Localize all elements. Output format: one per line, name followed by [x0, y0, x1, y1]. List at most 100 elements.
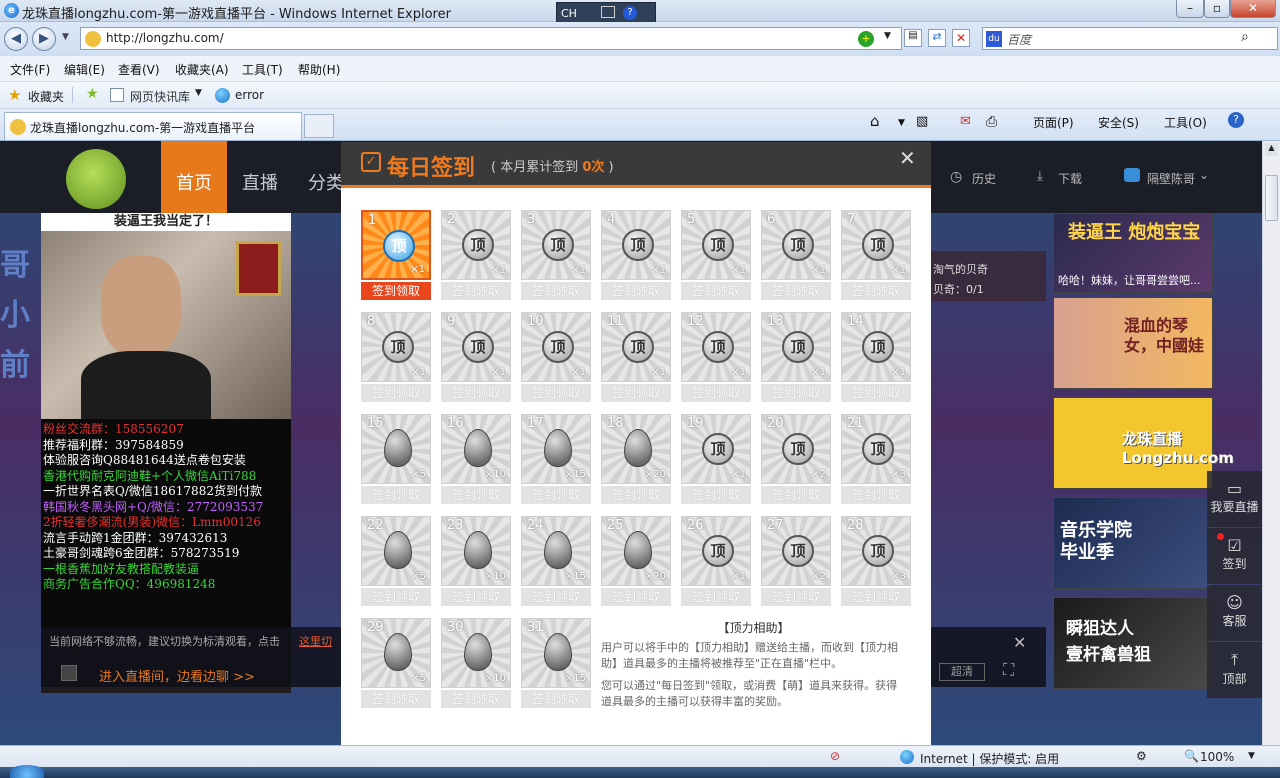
promo-banner-1[interactable]: 装逼王 炮炮宝宝 哈哈！妹妹，让哥哥尝尝吧...: [1053, 213, 1213, 293]
claim-button[interactable]: 签到领取: [841, 282, 911, 300]
claim-button[interactable]: 签到领取: [601, 282, 671, 300]
fullscreen-icon[interactable]: ⛶: [1003, 660, 1014, 680]
checkin-day-15[interactable]: 15 ×5 签到领取: [361, 414, 431, 504]
play-toggle[interactable]: [61, 665, 77, 681]
home-icon[interactable]: ⌂: [870, 112, 880, 130]
page-menu[interactable]: 页面(P): [1033, 114, 1074, 131]
claim-button[interactable]: 签到领取: [521, 588, 591, 606]
checkin-day-21[interactable]: 21 顶 ×3 签到领取: [841, 414, 911, 504]
history-link[interactable]: 历史: [972, 170, 996, 187]
zoom-level[interactable]: 100%: [1200, 750, 1234, 764]
claim-button[interactable]: 签到领取: [761, 384, 831, 402]
checkin-day-1[interactable]: 1 顶 ×1 签到领取: [361, 210, 431, 300]
web-slice-dropdown-icon[interactable]: ▼: [195, 88, 202, 98]
claim-button[interactable]: 签到领取: [841, 486, 911, 504]
side-service-button[interactable]: ☺ 客服: [1207, 585, 1262, 641]
enter-room-link[interactable]: 进入直播间，边看边聊 >>: [99, 666, 255, 685]
recent-pages-dropdown[interactable]: ▼: [62, 32, 69, 42]
compat-icon[interactable]: +: [858, 31, 874, 47]
start-button[interactable]: [10, 765, 44, 778]
checkin-day-27[interactable]: 27 顶 ×2 签到领取: [761, 516, 831, 606]
side-go-live-button[interactable]: ▭ 我要直播: [1207, 471, 1262, 527]
checkin-day-28[interactable]: 28 顶 ×3 签到领取: [841, 516, 911, 606]
page-scrollbar[interactable]: ▲: [1262, 141, 1280, 745]
quality-button[interactable]: 超清: [939, 663, 985, 681]
help-menu-icon[interactable]: ?: [1228, 112, 1244, 128]
feeds-icon[interactable]: ▧: [916, 114, 928, 129]
menu-help[interactable]: 帮助(H): [298, 61, 340, 78]
download-link[interactable]: 下载: [1058, 170, 1082, 187]
checkin-day-23[interactable]: 23 ×10 签到领取: [441, 516, 511, 606]
address-bar[interactable]: http://longzhu.com/ + ▼: [80, 27, 902, 50]
claim-button[interactable]: 签到领取: [361, 486, 431, 504]
menu-view[interactable]: 查看(V): [118, 61, 160, 78]
home-dropdown-icon[interactable]: ▼: [898, 118, 905, 128]
checkin-day-2[interactable]: 2 顶 ×1 签到领取: [441, 210, 511, 300]
checkin-day-11[interactable]: 11 顶 ×1 签到领取: [601, 312, 671, 402]
checkin-day-6[interactable]: 6 顶 ×1 签到领取: [761, 210, 831, 300]
popup-blocker-icon[interactable]: ⊘: [830, 749, 840, 763]
promo-banner-2[interactable]: 混血的琴女，中國娃: [1053, 297, 1213, 389]
checkin-day-10[interactable]: 10 顶 ×1 签到领取: [521, 312, 591, 402]
username[interactable]: 隔壁陈哥: [1147, 170, 1195, 187]
nav-live[interactable]: 直播: [242, 169, 278, 195]
nav-category[interactable]: 分类: [308, 169, 344, 195]
claim-button[interactable]: 签到领取: [441, 588, 511, 606]
claim-button[interactable]: 签到领取: [441, 486, 511, 504]
checkin-day-17[interactable]: 17 ×15 签到领取: [521, 414, 591, 504]
checkin-day-7[interactable]: 7 顶 ×1 签到领取: [841, 210, 911, 300]
side-top-button[interactable]: ⤒ 顶部: [1207, 642, 1262, 698]
checkin-day-13[interactable]: 13 顶 ×1 签到领取: [761, 312, 831, 402]
help-icon[interactable]: ?: [623, 6, 637, 20]
longzhu-mascot-logo[interactable]: [66, 149, 126, 209]
checkin-day-18[interactable]: 18 ×20 签到领取: [601, 414, 671, 504]
claim-button[interactable]: 签到领取: [681, 384, 751, 402]
claim-button[interactable]: 签到领取: [681, 486, 751, 504]
checkin-day-12[interactable]: 12 顶 ×1 签到领取: [681, 312, 751, 402]
menu-edit[interactable]: 编辑(E): [64, 61, 105, 78]
checkin-day-26[interactable]: 26 顶 ×1 签到领取: [681, 516, 751, 606]
claim-button[interactable]: 签到领取: [361, 588, 431, 606]
checkin-day-25[interactable]: 25 ×20 签到领取: [601, 516, 671, 606]
back-button[interactable]: ◀: [4, 27, 28, 51]
new-tab-button[interactable]: [304, 114, 334, 138]
close-window-button[interactable]: ✕: [1230, 0, 1276, 18]
checkin-day-9[interactable]: 9 顶 ×1 签到领取: [441, 312, 511, 402]
claim-button[interactable]: 签到领取: [521, 690, 591, 708]
checkin-day-16[interactable]: 16 ×10 签到领取: [441, 414, 511, 504]
protected-mode-icon[interactable]: ⚙: [1136, 749, 1147, 763]
claim-button[interactable]: 签到领取: [521, 384, 591, 402]
promo-banner-5[interactable]: 瞬狙达人 壹杆禽兽狙: [1053, 597, 1213, 689]
checkin-day-4[interactable]: 4 顶 ×1 签到领取: [601, 210, 671, 300]
claim-button[interactable]: 签到领取: [601, 486, 671, 504]
claim-button[interactable]: 签到领取: [361, 690, 431, 708]
print-icon[interactable]: ⎙: [986, 114, 997, 130]
close-modal-icon[interactable]: ✕: [899, 146, 916, 170]
claim-button[interactable]: 签到领取: [761, 486, 831, 504]
claim-button[interactable]: 签到领取: [441, 384, 511, 402]
claim-button[interactable]: 签到领取: [601, 384, 671, 402]
video-player[interactable]: 装逼王我当定了！ 粉丝交流群：158556207 推荐福利群：397584859…: [41, 213, 291, 693]
promo-banner-4[interactable]: 音乐学院毕业季: [1053, 497, 1213, 589]
stop-icon[interactable]: ✕: [952, 29, 970, 47]
claim-button[interactable]: 签到领取: [681, 588, 751, 606]
claim-button[interactable]: 签到领取: [681, 282, 751, 300]
claim-button[interactable]: 签到领取: [841, 588, 911, 606]
claim-button[interactable]: 签到领取: [441, 282, 511, 300]
menu-file[interactable]: 文件(F): [10, 61, 50, 78]
claim-button[interactable]: 签到领取: [841, 384, 911, 402]
checkin-day-3[interactable]: 3 顶 ×1 签到领取: [521, 210, 591, 300]
refresh-icon[interactable]: ⇄: [928, 29, 946, 47]
close-tip-icon[interactable]: ✕: [1013, 633, 1026, 652]
mail-icon[interactable]: ✉: [960, 114, 971, 129]
checkin-day-19[interactable]: 19 顶 ×1 签到领取: [681, 414, 751, 504]
checkin-day-5[interactable]: 5 顶 ×1 签到领取: [681, 210, 751, 300]
switch-quality-link[interactable]: 这里切: [299, 633, 332, 649]
promo-banner-3[interactable]: 龙珠直播 Longzhu.com: [1053, 397, 1234, 489]
tools-menu[interactable]: 工具(O): [1164, 114, 1207, 131]
checkin-day-20[interactable]: 20 顶 ×2 签到领取: [761, 414, 831, 504]
checkin-day-14[interactable]: 14 顶 ×1 签到领取: [841, 312, 911, 402]
checkin-day-30[interactable]: 30 ×10 签到领取: [441, 618, 511, 708]
address-dropdown-icon[interactable]: ▼: [884, 31, 891, 41]
language-bar[interactable]: CH ?: [556, 2, 656, 24]
